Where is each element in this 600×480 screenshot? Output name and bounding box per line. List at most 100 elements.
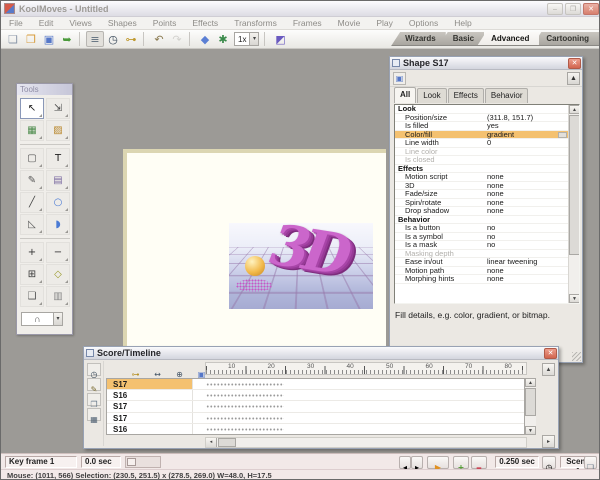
frame-slider[interactable] (125, 456, 161, 468)
property-row-is-closed[interactable]: Is closed (395, 155, 568, 165)
timeline-pane-up-button[interactable]: ▲ (542, 363, 555, 376)
text-tool-button[interactable]: T (46, 148, 70, 169)
fill-tool-button[interactable]: ▨ (46, 120, 70, 141)
timeline-row-s16[interactable]: S16 (107, 423, 524, 434)
snap-dropdown[interactable]: ∩ ▾ (21, 312, 63, 326)
edit-pencil-button[interactable]: ✎ (87, 378, 101, 394)
scroll-up-arrow-icon[interactable]: ▲ (569, 105, 579, 114)
scroll-down-arrow-icon[interactable]: ▼ (569, 294, 579, 303)
tab-cartooning[interactable]: Cartooning (532, 32, 599, 46)
frame-forward-button[interactable]: ▸ (411, 456, 423, 472)
timeline-pane-right-button[interactable]: ▸ (542, 435, 555, 448)
add-frame-button[interactable]: ⊕ (172, 363, 187, 379)
window-titlebar[interactable]: KoolMoves - Untitled – ❐ ✕ (1, 1, 599, 17)
menu-item-file[interactable]: File (1, 18, 31, 28)
polygon-tool-button[interactable]: ◺ (20, 214, 44, 235)
frame-timing-button[interactable]: ◷ (542, 456, 556, 472)
menu-item-shapes[interactable]: Shapes (100, 18, 145, 28)
clock-button[interactable]: ◷ (104, 31, 122, 47)
align-tool-button[interactable]: ▥ (46, 286, 70, 307)
copy-frames-button[interactable]: ❐ (87, 393, 101, 409)
timeline-vertical-scrollbar[interactable]: ▲ ▼ (525, 378, 536, 435)
tween-button[interactable]: ↔ (150, 363, 165, 379)
property-row-motion-script[interactable]: Motion script none (395, 172, 568, 182)
menu-item-movie[interactable]: Movie (330, 18, 369, 28)
expand-tool-button[interactable]: ⊞ (20, 264, 44, 285)
frame-back-button[interactable]: ◂ (399, 456, 411, 472)
menu-item-views[interactable]: Views (61, 18, 100, 28)
timeline-close-button[interactable]: ✕ (544, 347, 557, 359)
line-tool-button[interactable]: ╱ (20, 192, 44, 213)
play-button[interactable]: ▶ (427, 456, 449, 472)
timeline-scroll-down-icon[interactable]: ▼ (525, 426, 536, 435)
preview-clock-button[interactable]: ◷ (87, 363, 101, 379)
chevron-down-icon[interactable]: ▾ (53, 313, 62, 325)
add-frame-button[interactable]: + (453, 456, 469, 472)
frame-duration-field[interactable]: 0.250 sec (495, 456, 539, 468)
open-folder-button[interactable]: ❐ (22, 31, 40, 47)
timeline-ruler[interactable]: 10 20 30 40 50 60 70 80 (205, 362, 527, 375)
tools-palette-title[interactable]: Tools (17, 84, 72, 95)
remove-point-tool-button[interactable]: − (46, 242, 70, 263)
frame-slider-thumb[interactable] (127, 458, 136, 466)
transform-tool-button[interactable]: ⇲ (46, 98, 70, 119)
shape-library-tool-button[interactable]: ▢ (20, 148, 44, 169)
save-shape-button[interactable]: ▣ (393, 72, 406, 85)
menu-item-play[interactable]: Play (368, 18, 401, 28)
property-scrollbar[interactable]: ▲ ▼ (568, 105, 579, 303)
property-tab-behavior[interactable]: Behavior (484, 88, 529, 103)
select-tool-button[interactable]: ↖ (20, 98, 44, 119)
timeline-row-s16[interactable]: S16 (107, 390, 524, 402)
delete-frame-button[interactable]: ▬ (471, 456, 487, 472)
property-row-morphing-hints[interactable]: Morphing hints none (395, 274, 568, 284)
movie-frame-image[interactable]: 3D (229, 223, 373, 309)
publish-movie-button[interactable]: ➥ (58, 31, 76, 47)
timeline-hscrollbar-thumb[interactable] (218, 438, 236, 447)
timeline-horizontal-scrollbar[interactable]: ◂ (205, 437, 527, 448)
chevron-down-icon[interactable]: ▾ (249, 33, 259, 45)
outline-view-button[interactable]: ≡ (86, 31, 104, 47)
add-point-tool-button[interactable]: + (20, 242, 44, 263)
menu-item-effects[interactable]: Effects (184, 18, 226, 28)
scrollbar-thumb[interactable] (569, 115, 579, 255)
timeline-row-s17[interactable]: S17 (107, 401, 524, 413)
menu-item-help[interactable]: Help (446, 18, 479, 28)
minimize-button[interactable]: – (547, 3, 563, 15)
menu-item-edit[interactable]: Edit (31, 18, 62, 28)
save-frame-button[interactable]: ▣ (194, 363, 209, 379)
tab-advanced[interactable]: Advanced (477, 32, 540, 46)
rotate-tool-button[interactable]: ◇ (46, 264, 70, 285)
timeline-scroll-left-icon[interactable]: ◂ (206, 438, 217, 447)
group-tool-button[interactable]: ❑ (20, 286, 44, 307)
scene-list-button[interactable]: ❏ (584, 456, 597, 472)
resize-grip[interactable] (572, 352, 581, 361)
shape-panel-close-button[interactable]: ✕ (568, 57, 581, 69)
zoom-level-select[interactable]: 1x ▾ (234, 32, 260, 46)
panel-scroll-up-button[interactable]: ▲ (567, 72, 580, 85)
menu-item-points[interactable]: Points (145, 18, 185, 28)
timeline-scrollbar-thumb[interactable] (525, 388, 536, 416)
property-row-drop-shadow[interactable]: Drop shadow none (395, 206, 568, 216)
pencil-tool-button[interactable]: ✎ (20, 170, 44, 191)
undo-button[interactable]: ↶ (150, 31, 168, 47)
menu-item-frames[interactable]: Frames (285, 18, 330, 28)
close-button[interactable]: ✕ (583, 3, 599, 15)
shape-panel-titlebar[interactable]: Shape S17 ✕ (390, 57, 582, 70)
key-button[interactable]: ⊶ (122, 31, 140, 47)
property-tab-effects[interactable]: Effects (447, 88, 484, 103)
magic-wand-button[interactable]: ✱ (214, 31, 232, 47)
property-dropdown-button[interactable] (558, 131, 567, 138)
property-tab-all[interactable]: All (394, 87, 417, 103)
grid-view-button[interactable]: ▦ (87, 408, 101, 424)
ellipse-tool-button[interactable]: ○ (46, 192, 70, 213)
stage-canvas[interactable]: 3D (123, 149, 386, 346)
effects-panel-button[interactable]: ◩ (271, 31, 289, 47)
save-button[interactable]: ▣ (40, 31, 58, 47)
timeline-row-s17[interactable]: S17 (107, 412, 524, 424)
menu-item-options[interactable]: Options (401, 18, 446, 28)
curve-tool-button[interactable]: ◗ (46, 214, 70, 235)
timeline-titlebar[interactable]: Score/Timeline ✕ (84, 347, 558, 360)
transform-button[interactable]: ◆ (196, 31, 214, 47)
reshape-tool-button[interactable]: ▦ (20, 120, 44, 141)
image-tool-button[interactable]: ▤ (46, 170, 70, 191)
